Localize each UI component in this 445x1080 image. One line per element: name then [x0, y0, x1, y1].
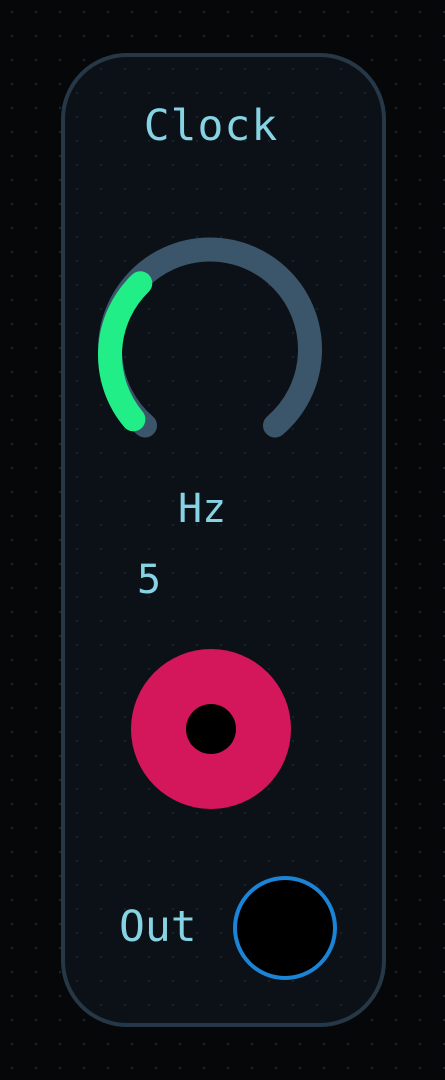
module-title: Clock: [143, 101, 279, 151]
frequency-knob[interactable]: [85, 235, 335, 455]
clock-module: [61, 53, 386, 1027]
trigger-button[interactable]: [131, 649, 291, 809]
output-jack[interactable]: [233, 876, 337, 980]
output-label: Out: [119, 902, 197, 952]
knob-value-readout: 5: [137, 557, 162, 603]
trigger-center-icon: [186, 704, 236, 754]
knob-unit-label: Hz: [178, 486, 227, 532]
